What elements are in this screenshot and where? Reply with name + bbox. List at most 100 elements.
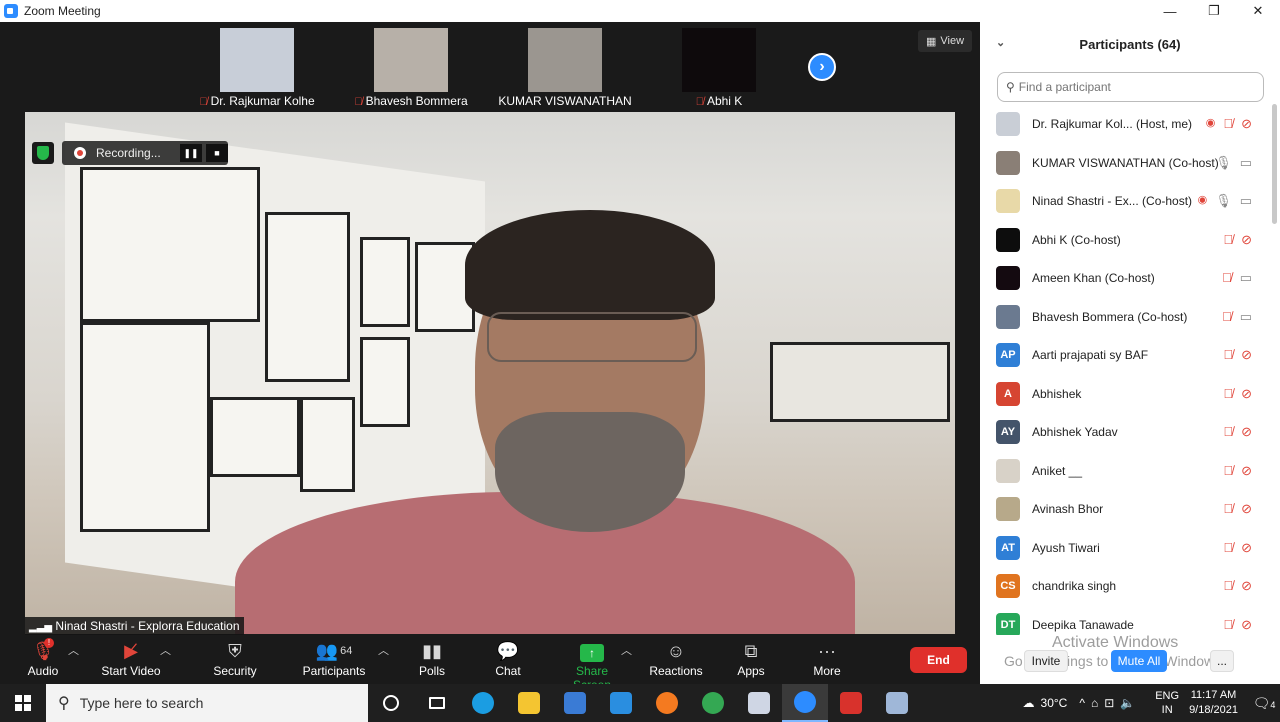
edge-glyph (472, 692, 494, 714)
taskbar-notes-icon[interactable] (736, 684, 782, 722)
taskbar-task-view-icon[interactable] (414, 684, 460, 722)
thumbnail-video (528, 28, 602, 92)
mic-off-icon[interactable]: 🎙̸ (1223, 578, 1233, 594)
share-options-caret-icon[interactable]: ︿ (621, 642, 632, 658)
mic-on-icon[interactable]: 🎙 (1215, 155, 1232, 171)
mic-off-icon[interactable]: 🎙̸ (1223, 617, 1233, 633)
taskbar-store-icon[interactable] (552, 684, 598, 722)
participants-options-caret-icon[interactable]: ︿ (378, 642, 389, 658)
invite-button[interactable]: Invite (1024, 650, 1068, 672)
panel-scrollbar[interactable] (1272, 104, 1277, 224)
tray-icons[interactable]: ^⌂⊡🔈 (1079, 696, 1141, 710)
window-controls: — ❐ ✕ (1148, 0, 1280, 22)
polls-button[interactable]: ▮▮ Polls (410, 638, 454, 682)
apps-button[interactable]: ⧉ Apps (730, 638, 772, 682)
chrome-glyph (702, 692, 724, 714)
end-meeting-button[interactable]: End (910, 647, 967, 673)
taskbar-file-explorer-icon[interactable] (506, 684, 552, 722)
participant-row[interactable]: AT Ayush Tiwari 🎙̸ ⊘ (980, 529, 1270, 568)
mic-off-icon[interactable]: 🎙̸ (1223, 386, 1233, 402)
participant-row[interactable]: AY Abhishek Yadav 🎙̸ ⊘ (980, 413, 1270, 452)
temperature[interactable]: 30°C (1041, 696, 1068, 710)
taskbar-app-icon[interactable] (874, 684, 920, 722)
video-off-icon: ⊘ (1241, 539, 1252, 555)
audio-options-caret-icon[interactable]: ︿ (68, 642, 79, 658)
panel-more-button[interactable]: ... (1210, 650, 1234, 672)
mic-off-icon[interactable]: 🎙̸ (1223, 540, 1233, 556)
start-video-button[interactable]: ▶̸ Start Video (98, 638, 164, 682)
mic-off-icon[interactable]: 🎙̸ (1222, 270, 1232, 286)
thumbnail-1[interactable]: 🎙̸ Bhavesh Bommera (336, 22, 486, 110)
video-off-icon: ⊘ (1241, 424, 1252, 440)
start-button[interactable] (0, 684, 46, 722)
participant-search[interactable]: ⚲ (997, 72, 1264, 102)
video-on-icon: ▭ (1239, 193, 1252, 209)
thumbnail-2[interactable]: KUMAR VISWANATHAN (490, 22, 640, 110)
chat-button[interactable]: 💬 Chat (486, 638, 530, 682)
close-button[interactable]: ✕ (1236, 0, 1280, 22)
mic-off-icon[interactable]: 🎙̸ (1222, 309, 1232, 325)
collapse-chevron-icon[interactable]: ⌄ (996, 36, 1005, 49)
mic-off-icon[interactable]: 🎙̸ (1223, 347, 1233, 363)
mic-off-icon[interactable]: 🎙̸ (1223, 463, 1233, 479)
taskbar-mail-icon[interactable] (598, 684, 644, 722)
clock[interactable]: 11:17 AM 9/18/2021 (1189, 688, 1238, 718)
reactions-button[interactable]: ☺ Reactions (648, 638, 704, 682)
restore-button[interactable]: ❐ (1192, 0, 1236, 22)
participant-row[interactable]: DT Deepika Tanawade 🎙̸ ⊘ (980, 606, 1270, 635)
thumbnail-name: Bhavesh Bommera (365, 94, 468, 108)
taskbar-firefox-icon[interactable] (644, 684, 690, 722)
taskbar-wps-icon[interactable] (828, 684, 874, 722)
search-input[interactable] (1018, 80, 1249, 94)
taskbar-chrome-icon[interactable] (690, 684, 736, 722)
participants-button[interactable]: 👥 64 Participants (302, 638, 366, 682)
next-page-arrow-icon[interactable]: › (808, 53, 836, 81)
more-dots-icon: ··· (818, 641, 836, 661)
participant-row[interactable]: Dr. Rajkumar Kol... (Host, me) ◉ 🎙̸ ⊘ (980, 105, 1270, 144)
taskbar-cortana-icon[interactable] (368, 684, 414, 722)
participant-row[interactable]: CS chandrika singh 🎙̸ ⊘ (980, 567, 1270, 606)
pause-recording-icon[interactable]: ❚❚ (180, 144, 202, 162)
participant-name: Aniket __ (1032, 463, 1083, 478)
thumbnail-0[interactable]: 🎙̸ Dr. Rajkumar Kolhe (182, 22, 332, 110)
security-shield-icon[interactable] (32, 142, 54, 164)
participant-row[interactable]: Ninad Shastri - Ex... (Co-host) ◉ 🎙 ▭ (980, 182, 1270, 221)
participant-row[interactable]: Aniket __ 🎙̸ ⊘ (980, 452, 1270, 491)
thumbnail-3[interactable]: 🎙̸ Abhi K (644, 22, 794, 110)
view-button[interactable]: ▦ View (918, 30, 972, 52)
participant-row[interactable]: Bhavesh Bommera (Co-host) 🎙̸ ▭ (980, 298, 1270, 337)
avatar (996, 458, 1020, 483)
audio-button[interactable]: 🎙 Audio (20, 638, 66, 682)
participant-name: Avinash Bhor (1032, 502, 1104, 517)
taskbar-zoom-icon[interactable] (782, 684, 828, 722)
participant-row[interactable]: Avinash Bhor 🎙̸ ⊘ (980, 490, 1270, 529)
mute-all-button[interactable]: Mute All (1111, 650, 1167, 672)
minimize-button[interactable]: — (1148, 0, 1192, 22)
shield-icon: ⛨ (228, 641, 242, 661)
participant-list: Dr. Rajkumar Kol... (Host, me) ◉ 🎙̸ ⊘ KUMAR … (980, 105, 1270, 635)
language-indicator[interactable]: ENG IN (1155, 689, 1179, 717)
pinned-apps (368, 684, 920, 722)
video-options-caret-icon[interactable]: ︿ (160, 642, 171, 658)
participant-name: Aarti prajapati sy BAF (1032, 348, 1149, 363)
mic-off-icon[interactable]: 🎙̸ (1223, 424, 1233, 440)
participant-row[interactable]: AP Aarti prajapati sy BAF 🎙̸ ⊘ (980, 336, 1270, 375)
participant-row[interactable]: A Abhishek 🎙̸ ⊘ (980, 375, 1270, 414)
system-tray: ☁ 30°C ^⌂⊡🔈 ENG IN 11:17 AM 9/18/2021 🗨4 (1023, 684, 1280, 722)
participant-row[interactable]: Ameen Khan (Co-host) 🎙̸ ▭ (980, 259, 1270, 298)
mic-off-icon[interactable]: 🎙̸ (1223, 501, 1233, 517)
mic-off-icon[interactable]: 🎙̸ (1223, 116, 1233, 132)
share-screen-button[interactable]: ↑ Share Screen (556, 638, 628, 692)
participant-row[interactable]: KUMAR VISWANATHAN (Co-host) 🎙 ▭ (980, 144, 1270, 183)
taskbar-search[interactable]: ⚲ Type here to search (46, 684, 368, 722)
taskbar-edge-icon[interactable] (460, 684, 506, 722)
notifications-icon[interactable]: 🗨4 (1248, 695, 1280, 712)
mic-on-icon[interactable]: 🎙 (1215, 193, 1232, 209)
security-button[interactable]: ⛨ Security (208, 638, 262, 682)
stop-recording-icon[interactable]: ■ (206, 144, 228, 162)
participant-name: Abhishek Yadav (1032, 425, 1118, 440)
participant-status-icons: 🎙̸ ⊘ (1223, 347, 1252, 363)
mic-off-icon[interactable]: 🎙̸ (1223, 232, 1233, 248)
participant-row[interactable]: Abhi K (Co-host) 🎙̸ ⊘ (980, 221, 1270, 260)
more-button[interactable]: ··· More (806, 638, 848, 682)
